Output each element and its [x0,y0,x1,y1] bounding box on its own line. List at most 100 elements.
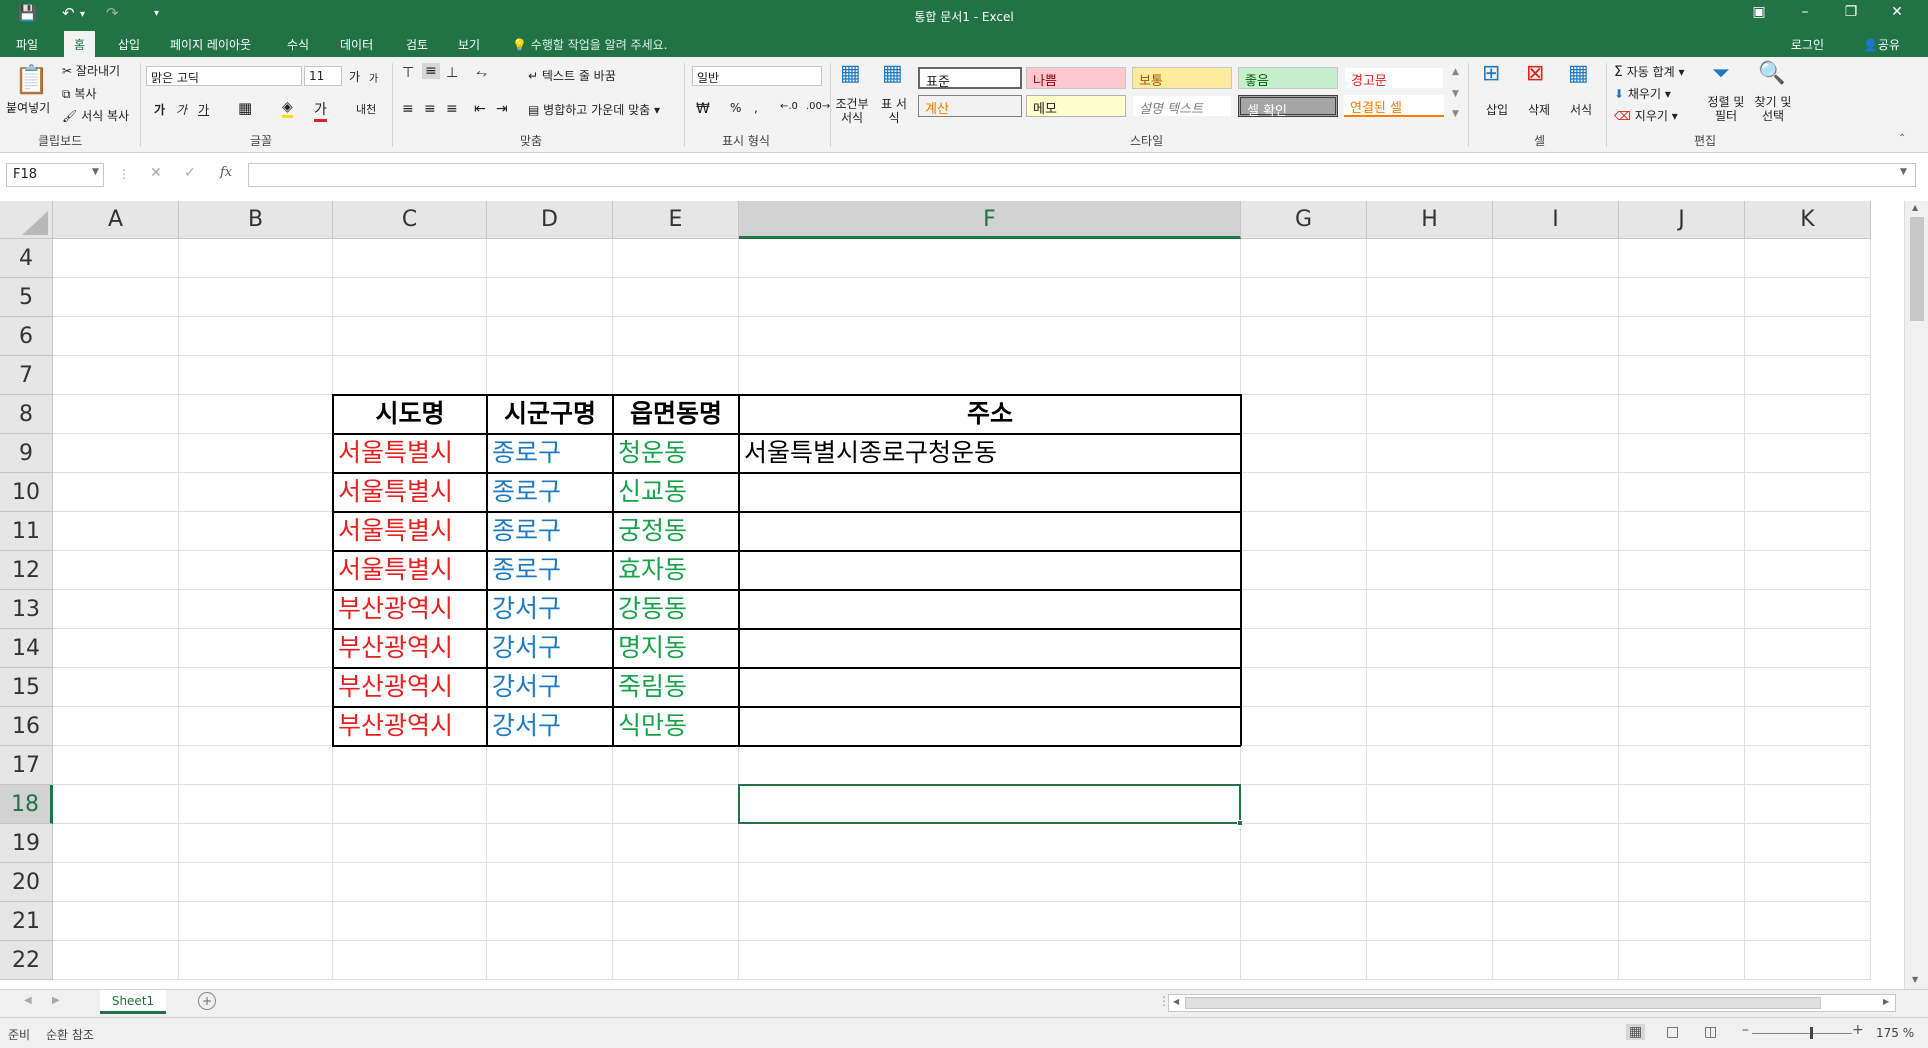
enter-icon[interactable]: ✓ [184,165,196,181]
vertical-scrollbar[interactable]: ▲ ▼ [1904,201,1928,989]
align-left-icon[interactable]: ≡ [402,101,414,117]
fill-handle[interactable] [1237,820,1243,826]
tab-view[interactable]: 보기 [458,36,480,53]
style-calculation[interactable]: 계산 [918,95,1022,117]
prev-sheet-icon[interactable]: ◀ [24,995,32,1006]
table-cell-sigungu[interactable]: 강서구 [487,668,613,707]
phonetic-button[interactable]: 내천 [356,101,376,117]
wrap-text-button[interactable]: ↵ 텍스트 줄 바꿈 [528,67,616,84]
scroll-down-icon[interactable]: ▼ [1912,975,1918,984]
table-cell-sido[interactable]: 부산광역시 [333,629,487,668]
row-header-5[interactable]: 5 [0,278,53,317]
delete-cells-button[interactable]: 삭제 [1528,101,1550,118]
cancel-icon[interactable]: ✕ [150,165,162,181]
table-cell-sigungu[interactable]: 강서구 [487,707,613,746]
name-box-dropdown-icon[interactable]: ▼ [92,167,99,177]
table-cell-address[interactable] [739,668,1241,707]
paste-button[interactable]: 붙여넣기 [6,99,50,116]
table-cell-address[interactable] [739,473,1241,512]
insert-cells-button[interactable]: 삽입 [1486,101,1508,118]
orientation-icon[interactable]: ⥊ [476,65,487,81]
grow-font-button[interactable]: 가 [349,68,360,85]
table-cell-address[interactable] [739,707,1241,746]
sort-filter-icon[interactable]: ⏷ [1712,61,1730,86]
share-button[interactable]: 👤공유 [1863,36,1900,53]
increase-decimal-icon[interactable]: ←.0 [780,101,798,112]
zoom-in-icon[interactable]: + [1852,1022,1864,1038]
align-top-icon[interactable]: ⊤ [402,65,414,81]
table-cell-eupmyeondong[interactable]: 청운동 [613,434,739,473]
copy-button[interactable]: ⧉ 복사 [62,85,97,102]
column-header-f[interactable]: F [739,201,1241,239]
format-painter-button[interactable]: 🖌 서식 복사 [62,107,129,124]
table-header-eupmyeondong[interactable]: 읍면동명 [613,395,739,434]
insert-cells-icon[interactable]: ⊞ [1482,61,1500,86]
column-header-c[interactable]: C [333,201,487,239]
table-cell-eupmyeondong[interactable]: 명지동 [613,629,739,668]
tell-me-box[interactable]: 💡 수행할 작업을 알려 주세요. [512,36,667,53]
table-cell-eupmyeondong[interactable]: 궁정동 [613,512,739,551]
table-header-address[interactable]: 주소 [739,395,1241,434]
row-header-20[interactable]: 20 [0,863,53,902]
decrease-decimal-icon[interactable]: .00→ [806,101,830,112]
tab-file[interactable]: 파일 [16,36,38,53]
paste-icon[interactable]: 📋 [14,63,49,96]
table-cell-sigungu[interactable]: 종로구 [487,434,613,473]
table-cell-sido[interactable]: 서울특별시 [333,434,487,473]
page-break-view-icon[interactable]: ◫ [1704,1024,1717,1040]
table-header-sido[interactable]: 시도명 [333,395,487,434]
conditional-format-button[interactable]: 조건부 서식 [834,97,870,125]
zoom-level[interactable]: 175 % [1876,1026,1914,1040]
style-bad[interactable]: 나쁨 [1026,67,1126,89]
table-cell-sido[interactable]: 서울특별시 [333,512,487,551]
shrink-font-button[interactable]: 가 [369,70,378,85]
login-link[interactable]: 로그인 [1791,36,1824,53]
table-cell-sido[interactable]: 서울특별시 [333,473,487,512]
page-layout-view-icon[interactable]: □ [1666,1024,1679,1040]
cut-button[interactable]: ✂ 잘라내기 [62,62,120,79]
horizontal-scrollbar[interactable]: ◀ ▶ [1168,994,1896,1012]
table-cell-sido[interactable]: 부산광역시 [333,590,487,629]
row-header-16[interactable]: 16 [0,707,53,746]
comma-button[interactable]: , [754,101,758,115]
tab-formulas[interactable]: 수식 [287,36,309,53]
tab-page-layout[interactable]: 페이지 레이아웃 [170,36,251,53]
name-box[interactable]: F18 [6,163,104,187]
row-header-13[interactable]: 13 [0,590,53,629]
conditional-format-icon[interactable]: ▦ [840,61,861,86]
table-header-sigungu[interactable]: 시군구명 [487,395,613,434]
scroll-up-icon[interactable]: ▲ [1912,203,1918,212]
row-header-21[interactable]: 21 [0,902,53,941]
column-header-k[interactable]: K [1745,201,1871,239]
sort-filter-button[interactable]: 정렬 및 필터 [1706,95,1746,123]
add-sheet-icon[interactable]: + [198,992,216,1010]
column-header-i[interactable]: I [1493,201,1619,239]
row-header-4[interactable]: 4 [0,239,53,278]
style-linked-cell[interactable]: 연결된 셀 [1344,95,1444,117]
fill-color-icon[interactable]: ◈ [282,99,293,118]
autosum-button[interactable]: Σ 자동 합계 ▾ [1614,63,1685,80]
delete-cells-icon[interactable]: ⊠ [1526,61,1544,86]
style-explanatory[interactable]: 설명 텍스트 [1132,95,1232,117]
minimize-icon[interactable]: – [1782,4,1828,20]
worksheet-grid[interactable]: ABCDEFGHIJK 4 5 6 7 8 9 10 11 12 13 14 15 16 17 18 19 20… [0,201,1904,989]
table-cell-sido[interactable]: 서울특별시 [333,551,487,590]
table-cell-sigungu[interactable]: 종로구 [487,551,613,590]
tab-home[interactable]: 홈 [64,31,96,57]
font-color-icon[interactable]: 가 [314,99,327,122]
styles-scroll-down-icon[interactable]: ▼ [1452,89,1459,99]
tab-data[interactable]: 데이터 [340,36,373,53]
table-cell-sido[interactable]: 부산광역시 [333,668,487,707]
formula-input[interactable] [248,163,1916,187]
align-middle-icon[interactable]: ≡ [422,63,440,79]
find-select-button[interactable]: 찾기 및 선택 [1752,95,1794,123]
tab-insert[interactable]: 삽입 [118,36,140,53]
zoom-out-icon[interactable]: – [1742,1022,1749,1038]
restore-icon[interactable]: ❐ [1828,4,1874,20]
column-header-j[interactable]: J [1619,201,1745,239]
find-select-icon[interactable]: 🔍 [1758,61,1785,86]
style-note[interactable]: 메모 [1026,95,1126,117]
style-normal[interactable]: 표준 [918,67,1022,90]
clear-button[interactable]: ⌫ 지우기 ▾ [1614,107,1678,124]
insert-function-icon[interactable]: fx [220,165,232,180]
